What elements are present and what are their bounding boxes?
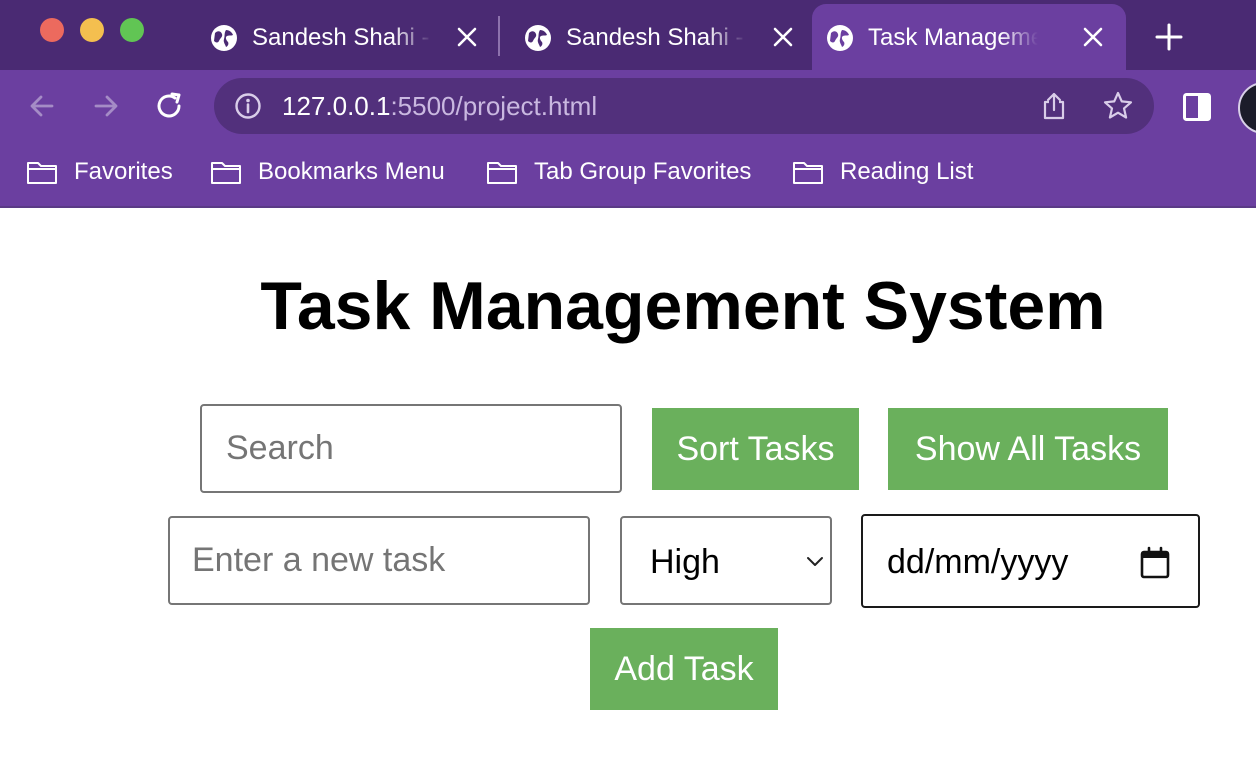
folder-icon	[211, 162, 241, 184]
new-task-input[interactable]	[168, 516, 590, 605]
close-tab-icon[interactable]	[1082, 26, 1104, 48]
sort-tasks-button[interactable]: Sort Tasks	[652, 408, 859, 490]
share-icon[interactable]	[1040, 91, 1068, 121]
tab-title: Sandesh Shahi -	[252, 24, 430, 51]
calendar-icon[interactable]	[1139, 546, 1171, 580]
browser-tab[interactable]: Sandesh Shahi -	[196, 4, 492, 70]
bookmark-label: Tab Group Favorites	[534, 158, 752, 185]
folder-icon	[27, 162, 57, 184]
bookmark-bookmarks-menu[interactable]: Bookmarks Menu	[210, 156, 470, 188]
close-tab-icon[interactable]	[456, 26, 478, 48]
due-date-value: dd/mm/yyyy	[887, 543, 1069, 581]
search-input[interactable]	[200, 404, 622, 493]
tab-strip: Sandesh Shahi - Sandesh Shahi - Task Man…	[0, 0, 1256, 70]
tab-title: Sandesh Shahi -	[566, 24, 744, 51]
plus-icon[interactable]	[1154, 22, 1184, 52]
priority-selected-value: High	[650, 543, 720, 581]
globe-icon	[525, 25, 551, 51]
close-tab-icon[interactable]	[772, 26, 794, 48]
folder-icon	[487, 162, 517, 184]
forward-arrow-icon[interactable]	[90, 90, 122, 122]
tab-title: Task Management System	[868, 24, 1038, 51]
url-text[interactable]: 127.0.0.1:5500/project.html	[282, 90, 597, 122]
bookmark-label: Favorites	[74, 158, 173, 185]
url-path: :5500/project.html	[390, 91, 598, 121]
folder-icon	[793, 162, 823, 184]
side-panel-icon[interactable]	[1182, 92, 1212, 122]
close-window-button[interactable]	[40, 18, 64, 42]
due-date-input[interactable]: dd/mm/yyyy	[861, 514, 1200, 608]
globe-icon	[211, 25, 237, 51]
bookmark-reading-list[interactable]: Reading List	[792, 156, 992, 188]
show-all-tasks-button[interactable]: Show All Tasks	[888, 408, 1168, 490]
bookmarks-bar: Favorites Bookmarks Menu Tab Group Favor…	[0, 142, 1256, 208]
reload-icon[interactable]	[154, 90, 186, 122]
url-host: 127.0.0.1	[282, 91, 391, 121]
bookmark-label: Reading List	[840, 158, 974, 185]
bookmark-label: Bookmarks Menu	[258, 158, 445, 185]
browser-tab[interactable]: Sandesh Shahi -	[510, 4, 806, 70]
add-task-button[interactable]: Add Task	[590, 628, 778, 710]
priority-select[interactable]: High	[620, 516, 832, 605]
site-info-icon[interactable]	[234, 92, 262, 120]
globe-icon	[827, 25, 853, 51]
bookmark-favorites[interactable]: Favorites	[26, 156, 186, 188]
address-bar[interactable]: 127.0.0.1:5500/project.html	[214, 78, 1154, 134]
zoom-window-button[interactable]	[120, 18, 144, 42]
chevron-down-icon	[807, 557, 823, 566]
profile-avatar[interactable]	[1238, 82, 1256, 134]
active-browser-tab[interactable]: Task Management System	[812, 4, 1126, 70]
minimize-window-button[interactable]	[80, 18, 104, 42]
page-title: Task Management System	[260, 268, 1106, 344]
bookmark-star-icon[interactable]	[1102, 90, 1134, 122]
browser-toolbar: 127.0.0.1:5500/project.html	[0, 70, 1256, 142]
tab-divider	[498, 16, 500, 56]
back-arrow-icon[interactable]	[26, 90, 58, 122]
bookmark-tab-group-favorites[interactable]: Tab Group Favorites	[486, 156, 776, 188]
